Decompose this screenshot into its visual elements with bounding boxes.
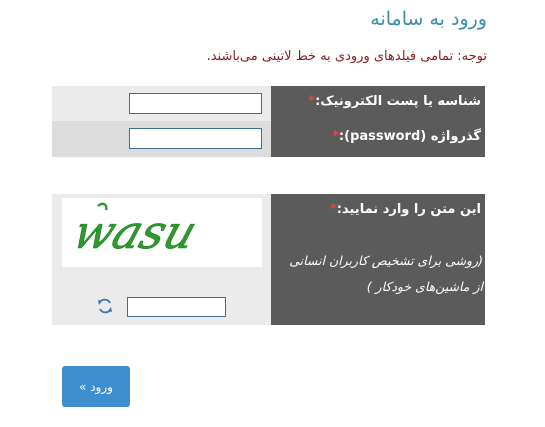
password-label: گذرواژه (password):* bbox=[332, 129, 481, 144]
username-input[interactable] bbox=[129, 93, 262, 114]
captcha-hint-line1: (روشی برای تشخیص کاربران انسانی bbox=[289, 253, 483, 268]
username-label-text: شناسه یا پست الکترونیک: bbox=[315, 94, 481, 109]
login-button[interactable]: ورود » bbox=[62, 366, 130, 407]
latin-input-notice: توجه: تمامی فیلدهای ورودی به خط لاتینی م… bbox=[206, 49, 487, 64]
page-title: ورود به سامانه bbox=[370, 8, 487, 30]
captcha-svg: wasu bbox=[66, 202, 204, 260]
required-mark: * bbox=[332, 129, 339, 144]
username-label: شناسه یا پست الکترونیک:* bbox=[308, 94, 481, 109]
password-input[interactable] bbox=[129, 128, 262, 149]
captcha-label-text: این متن را وارد نمایید: bbox=[336, 202, 481, 217]
refresh-icon-svg bbox=[98, 298, 112, 314]
password-label-text: گذرواژه (password): bbox=[338, 129, 481, 144]
captcha-image: wasu bbox=[62, 198, 262, 267]
captcha-input[interactable] bbox=[127, 297, 226, 317]
required-mark: * bbox=[329, 202, 337, 217]
captcha-hint-line2: از ماشین‌های خودکار ) bbox=[366, 279, 483, 294]
captcha-text: wasu bbox=[66, 206, 203, 260]
refresh-icon[interactable] bbox=[96, 297, 114, 315]
captcha-label: این متن را وارد نمایید:* bbox=[330, 202, 481, 217]
